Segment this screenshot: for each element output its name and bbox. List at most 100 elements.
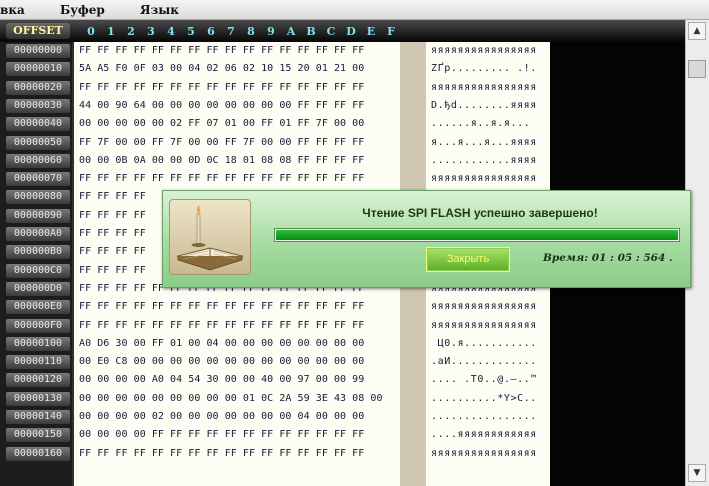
table-row: 00000040 00 00 00 00 00 02 FF 07 01 00 FF… (0, 115, 709, 133)
ascii-text[interactable]: яяяяяяяяяяяяяяяя (431, 300, 537, 314)
book-candle-icon (169, 199, 251, 275)
hex-bytes[interactable]: A0 D6 30 00 FF 01 00 04 00 00 00 00 00 0… (79, 337, 364, 351)
offset-column-label: OFFSET (6, 23, 70, 39)
table-row: 00000150 00 00 00 00 FF FF FF FF FF FF FF… (0, 426, 709, 444)
hex-bytes[interactable]: FF FF FF FF FF FF FF FF FF FF FF FF FF F… (79, 447, 364, 461)
hex-bytes[interactable]: FF FF FF FF (79, 264, 146, 278)
hex-bytes[interactable]: FF FF FF FF FF FF FF FF FF FF FF FF FF F… (79, 319, 364, 333)
ascii-text[interactable]: яяяяяяяяяяяяяяяя (431, 172, 537, 186)
table-row: 00000020 FF FF FF FF FF FF FF FF FF FF FF… (0, 79, 709, 97)
ascii-text[interactable]: .... .T0..@.—..™ (431, 373, 537, 387)
ascii-text[interactable]: ................ (431, 410, 537, 424)
offset-cell: 00000070 (6, 172, 70, 187)
menu-bar: вка Буфер Язык (0, 0, 709, 20)
offset-cell: 000000A0 (6, 227, 70, 241)
hex-bytes[interactable]: FF 7F 00 00 FF 7F 00 00 FF 7F 00 00 FF F… (79, 136, 364, 150)
ascii-text[interactable]: ....яяяяяяяяяяяя (431, 428, 537, 442)
offset-cell: 00000110 (6, 355, 70, 370)
offset-cell: 00000010 (6, 62, 70, 77)
offset-cell: 000000E0 (6, 300, 70, 315)
offset-cell: 00000000 (6, 44, 70, 58)
table-row: 00000130 00 00 00 00 00 00 00 00 00 01 0C… (0, 390, 709, 408)
hex-bytes[interactable]: 00 00 00 00 00 02 FF 07 01 00 FF 01 FF 7… (79, 117, 364, 131)
ascii-text[interactable]: я...я...я...яяяя (431, 136, 537, 150)
hex-bytes[interactable]: 00 00 00 00 FF FF FF FF FF FF FF FF FF F… (79, 428, 364, 442)
offset-cell: 00000020 (6, 80, 70, 95)
hex-column-label: 4 (167, 25, 175, 38)
ascii-text[interactable]: ......я..я.я... (431, 117, 530, 131)
offset-cell: 00000160 (6, 446, 70, 461)
hex-bytes[interactable]: FF FF FF FF (79, 209, 146, 223)
hex-bytes[interactable]: 00 00 0B 0A 00 00 0D 0C 18 01 08 08 FF F… (79, 154, 364, 168)
hex-bytes[interactable]: 00 00 00 00 A0 04 54 30 00 00 40 00 97 0… (79, 373, 364, 387)
offset-cell: 00000130 (6, 391, 70, 406)
hex-column-label: 3 (147, 25, 155, 38)
ascii-text[interactable]: .аИ............. (431, 355, 537, 369)
table-row: 00000030 44 00 90 64 00 00 00 00 00 00 00… (0, 97, 709, 115)
hex-column-label: A (286, 25, 296, 38)
scroll-down-icon[interactable]: ▼ (688, 464, 706, 482)
hex-column-label: 7 (227, 25, 235, 38)
hex-column-label: 1 (107, 25, 115, 38)
hex-column-label: 6 (207, 25, 215, 38)
hex-column-label: 8 (247, 25, 255, 38)
hex-column-label: B (306, 25, 316, 38)
hex-bytes[interactable]: 00 E0 C8 00 00 00 00 00 00 00 00 00 00 0… (79, 355, 364, 369)
hex-bytes[interactable]: FF FF FF FF FF FF FF FF FF FF FF FF FF F… (79, 81, 364, 95)
ascii-text[interactable]: яяяяяяяяяяяяяяяя (431, 447, 537, 461)
hex-column-label: F (387, 25, 395, 38)
offset-cell: 00000050 (6, 135, 70, 150)
ascii-text[interactable]: ............яяяя (431, 154, 537, 168)
ascii-text[interactable]: Ц0.я........... (431, 337, 537, 351)
read-complete-dialog: Чтение SPI FLASH успешно завершено! Закр… (162, 190, 691, 288)
ascii-text[interactable]: D.ђd........яяяя (431, 99, 537, 113)
progress-fill (276, 230, 678, 240)
offset-cell: 00000040 (6, 117, 70, 132)
hex-bytes[interactable]: FF FF FF FF FF FF FF FF FF FF FF FF FF F… (79, 172, 364, 186)
hex-bytes[interactable]: 00 00 00 00 02 00 00 00 00 00 00 00 04 0… (79, 410, 364, 424)
table-row: 00000100 A0 D6 30 00 FF 01 00 04 00 00 00… (0, 335, 709, 353)
hex-bytes[interactable]: FF FF FF FF FF FF FF FF FF FF FF FF FF F… (79, 300, 364, 314)
table-row: 00000140 00 00 00 00 02 00 00 00 00 00 00… (0, 408, 709, 426)
offset-cell: 00000120 (6, 373, 70, 388)
table-row: 00000070 FF FF FF FF FF FF FF FF FF FF FF… (0, 170, 709, 188)
hex-column-label: 5 (187, 25, 195, 38)
table-row: 00000010 5A A5 F0 0F 03 00 04 02 06 02 10… (0, 60, 709, 78)
hex-column-label: 0 (87, 25, 95, 38)
hex-bytes[interactable]: 44 00 90 64 00 00 00 00 00 00 00 00 FF F… (79, 99, 364, 113)
hex-bytes[interactable]: FF FF FF FF (79, 227, 146, 241)
hex-column-label: E (366, 25, 376, 38)
offset-cell: 00000060 (6, 153, 70, 168)
offset-cell: 00000140 (6, 410, 70, 424)
hex-column-label: 9 (267, 25, 275, 38)
offset-cell: 00000080 (6, 190, 70, 205)
hex-column-label: 2 (127, 25, 135, 38)
dialog-title: Чтение SPI FLASH успешно завершено! (362, 206, 598, 220)
menu-item-file[interactable]: вка (0, 3, 25, 17)
hex-bytes[interactable]: 00 00 00 00 00 00 00 00 00 01 0C 2A 59 3… (79, 392, 383, 406)
offset-cell: 00000100 (6, 336, 70, 351)
table-row: 00000060 00 00 0B 0A 00 00 0D 0C 18 01 08… (0, 152, 709, 170)
menu-item-buffer[interactable]: Буфер (60, 3, 105, 17)
ascii-text[interactable]: ZҐр......... .!. (431, 62, 537, 76)
table-row: 000000E0 FF FF FF FF FF FF FF FF FF FF FF… (0, 298, 709, 316)
hex-bytes[interactable]: 5A A5 F0 0F 03 00 04 02 06 02 10 15 20 0… (79, 62, 364, 76)
ascii-text[interactable]: яяяяяяяяяяяяяяяя (431, 319, 537, 333)
scroll-thumb[interactable] (688, 60, 706, 78)
table-row: 000000F0 FF FF FF FF FF FF FF FF FF FF FF… (0, 317, 709, 335)
ascii-text[interactable]: ..........*Y>C.. (431, 392, 537, 406)
column-header: OFFSET 0 1 2 3 4 5 6 7 8 9 A B C D E F (0, 20, 709, 42)
scroll-up-icon[interactable]: ▲ (688, 22, 706, 40)
close-button[interactable]: Закрыть (426, 247, 510, 272)
offset-cell: 00000150 (6, 428, 70, 443)
ascii-text[interactable]: яяяяяяяяяяяяяяяя (431, 44, 537, 58)
hex-column-label: D (346, 25, 356, 38)
hex-bytes[interactable]: FF FF FF FF (79, 190, 146, 204)
hex-bytes[interactable]: FF FF FF FF (79, 245, 146, 259)
menu-item-language[interactable]: Язык (140, 3, 179, 17)
progress-bar (274, 228, 680, 242)
hex-bytes[interactable]: FF FF FF FF FF FF FF FF FF FF FF FF FF F… (79, 44, 364, 58)
elapsed-time: Время: 01 : 05 : 564 . (543, 252, 673, 264)
ascii-text[interactable]: яяяяяяяяяяяяяяяя (431, 81, 537, 95)
table-row: 00000160 FF FF FF FF FF FF FF FF FF FF FF… (0, 445, 709, 463)
